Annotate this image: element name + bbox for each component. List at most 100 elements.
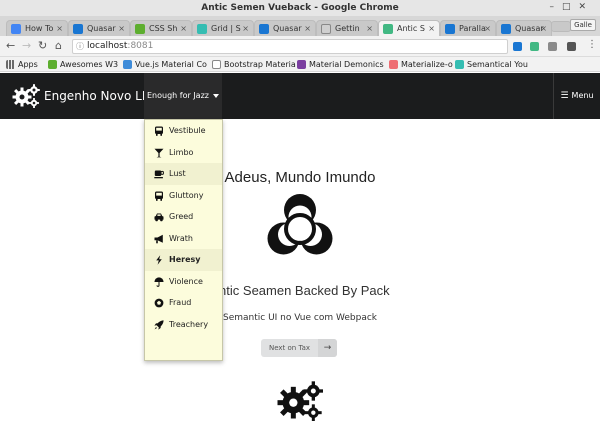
dropdown-item-label: Greed <box>169 212 194 221</box>
vue-icon <box>383 24 393 34</box>
browser-tab[interactable]: How To × <box>6 20 68 36</box>
bookmark-item[interactable]: Materialize-o <box>389 59 453 70</box>
address-host: localhost <box>87 41 128 51</box>
vue-devtools-icon[interactable] <box>530 42 539 51</box>
gears-icon <box>277 381 323 421</box>
bus-icon <box>155 126 163 136</box>
css-icon <box>135 24 145 34</box>
bullhorn-icon <box>154 234 163 243</box>
bookmark-label: Semantical You <box>467 60 528 69</box>
close-icon[interactable]: × <box>180 21 187 36</box>
bookmark-label: Apps <box>18 60 38 69</box>
arrow-right-icon: → <box>318 339 337 357</box>
dropdown-item-label: Limbo <box>169 147 194 157</box>
dropdown-item-greed[interactable]: Greed <box>145 206 222 228</box>
window-controls[interactable]: –□✕ <box>549 2 594 12</box>
extension-icon[interactable] <box>548 42 557 51</box>
browser-tab[interactable]: Quasar × <box>496 20 552 36</box>
dropdown-item-limbo[interactable]: Limbo <box>145 142 222 164</box>
dropdown-label: Enough for Jazz <box>147 91 209 100</box>
rocket-icon <box>154 319 164 330</box>
browser-tab[interactable]: Gettin × <box>316 20 378 36</box>
close-icon[interactable]: × <box>242 21 249 36</box>
demonics-icon <box>297 60 306 69</box>
tab-label: Grid | S <box>211 24 241 33</box>
bookmark-item[interactable]: Material Demonics <box>297 59 384 70</box>
dropdown-item-heresy[interactable]: Heresy <box>145 249 222 271</box>
browser-tab[interactable]: Quasar × <box>68 20 130 36</box>
dropdown-item-violence[interactable]: Violence <box>145 271 222 293</box>
extension-icon[interactable] <box>567 42 576 51</box>
bookmark-item[interactable]: Semantical You <box>455 59 528 70</box>
dropdown-item-lust[interactable]: Lust <box>145 163 222 185</box>
biohazard-icon <box>267 194 333 255</box>
tab-strip: How To × Quasar × CSS Sh × Grid | S × Qu… <box>0 16 600 36</box>
coffee-cup-icon <box>154 170 164 179</box>
semantic-icon <box>455 60 464 69</box>
bookmark-item[interactable]: Vue.js Material Co <box>123 59 207 70</box>
close-icon[interactable]: × <box>540 21 547 36</box>
site-navbar: Engenho Novo LLC Enough for Jazz ☰ Menu <box>0 73 600 119</box>
subtitle: Antic Seamen Backed By Pack <box>210 283 390 298</box>
dropdown-item-label: Violence <box>169 276 203 286</box>
bookmark-label: Materialize-o <box>401 60 453 69</box>
dropdown-trigger[interactable]: Enough for Jazz <box>144 73 222 119</box>
close-icon[interactable]: × <box>366 21 373 36</box>
reload-icon[interactable]: ↻ <box>38 40 47 52</box>
menu-button[interactable]: ☰ Menu <box>553 73 600 119</box>
bookmark-label: Material Demonics <box>309 60 384 69</box>
close-icon[interactable]: × <box>118 21 125 36</box>
browser-tab[interactable]: Paralla × <box>440 20 496 36</box>
quasar-icon <box>501 24 511 34</box>
new-tab-button[interactable] <box>551 21 571 32</box>
page-icon <box>321 24 331 34</box>
tab-label: How To <box>25 24 54 33</box>
close-icon[interactable]: × <box>428 21 435 36</box>
address-bar[interactable]: ⓘ localhost:8081 ☆ <box>72 39 575 54</box>
dropdown-item-treachery[interactable]: Treachery <box>145 314 222 336</box>
profile-button[interactable]: Galle <box>570 19 596 31</box>
materialize-icon <box>389 60 398 69</box>
bookmark-item[interactable]: Bootstrap Materia <box>212 59 296 70</box>
bookmark-item[interactable]: Apps <box>6 59 38 70</box>
vue-material-icon <box>123 60 132 69</box>
hamburger-icon: ☰ <box>560 91 569 101</box>
apps-icon <box>6 60 15 69</box>
dropdown-item-fraud[interactable]: Fraud <box>145 292 222 314</box>
dropdown-item-gluttony[interactable]: Gluttony <box>145 185 222 207</box>
browser-tab[interactable]: CSS Sh × <box>130 20 192 36</box>
more-options-icon[interactable]: ⋮ <box>587 39 597 51</box>
bookmark-label: Awesomes W3 <box>60 60 119 69</box>
bookmark-item[interactable]: Awesomes W3 <box>48 59 118 70</box>
lightning-icon <box>156 255 162 265</box>
close-icon[interactable]: × <box>304 21 311 36</box>
quasar-icon <box>259 24 269 34</box>
umbrella-icon <box>154 276 164 287</box>
car-icon <box>154 213 164 222</box>
google-icon <box>11 24 21 34</box>
home-icon[interactable]: ⌂ <box>55 40 62 52</box>
browser-tab[interactable]: Grid | S × <box>192 20 254 36</box>
dropdown-item-wrath[interactable]: Wrath <box>145 228 222 250</box>
tab-label: Quasar <box>87 24 116 33</box>
tab-label: Gettin <box>335 24 360 33</box>
dropdown-item-label: Heresy <box>169 255 201 264</box>
close-icon[interactable]: × <box>56 21 63 36</box>
back-arrow-icon[interactable]: ← <box>6 40 15 52</box>
dropdown-item-vestibule[interactable]: Vestibule <box>145 120 222 142</box>
tab-label: CSS Sh <box>149 24 178 33</box>
address-port: :8081 <box>127 41 154 51</box>
forward-arrow-icon[interactable]: → <box>22 40 31 52</box>
tab-label: Quasar <box>273 24 302 33</box>
info-icon[interactable]: ⓘ <box>76 40 84 53</box>
browser-tab[interactable]: Quasar × <box>254 20 316 36</box>
next-button-label: Next on Tax <box>268 344 311 352</box>
tagline: Semantic UI no Vue com Webpack <box>223 313 377 323</box>
w3-icon <box>48 60 57 69</box>
brand[interactable]: Engenho Novo LLC <box>12 84 157 108</box>
close-icon[interactable]: × <box>484 21 491 36</box>
page-title: Adeus, Mundo Imundo <box>224 169 376 186</box>
extension-icon[interactable] <box>513 42 522 51</box>
browser-tab-active[interactable]: Antic S × <box>378 20 440 36</box>
next-button[interactable]: Next on Tax → <box>261 339 337 357</box>
